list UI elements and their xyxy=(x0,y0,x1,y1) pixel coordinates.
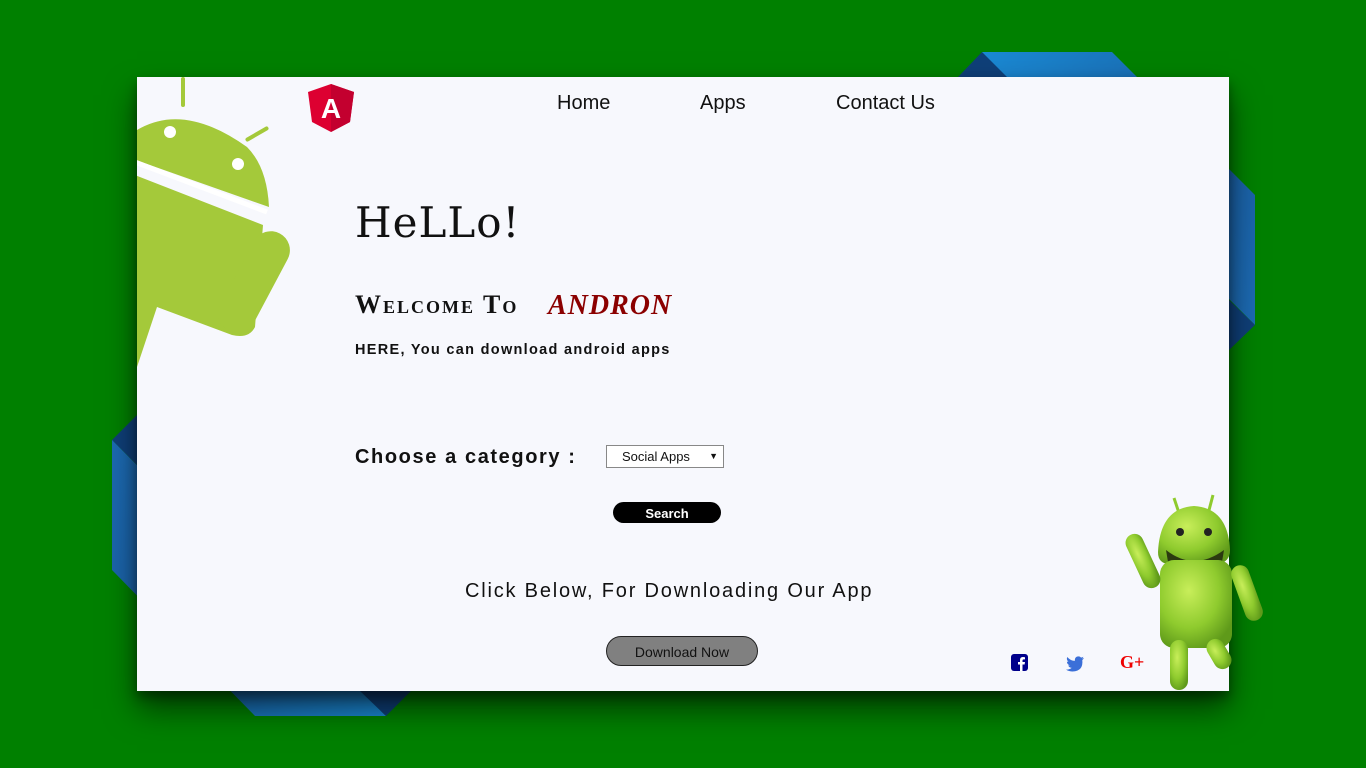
search-button[interactable]: Search xyxy=(613,502,721,523)
hero-subtitle: HERE, You can download android apps xyxy=(355,342,671,358)
facebook-icon[interactable] xyxy=(1011,654,1028,671)
nav-apps-link[interactable]: Apps xyxy=(700,92,746,115)
angular-logo-icon: A xyxy=(306,82,356,134)
dropdown-arrow-icon: ▼ xyxy=(709,451,718,461)
hero-greeting: HeLLo! xyxy=(355,198,521,247)
nav-home-link[interactable]: Home xyxy=(557,92,610,115)
category-select[interactable]: Social Apps ▼ xyxy=(606,445,724,468)
android-mascot-illustration xyxy=(137,77,297,377)
svg-text:A: A xyxy=(321,93,341,124)
download-now-button[interactable]: Download Now xyxy=(606,636,758,666)
twitter-icon[interactable] xyxy=(1066,656,1084,672)
brand-name: ANDRON xyxy=(548,290,673,321)
download-prompt: Click Below, For Downloading Our App xyxy=(465,580,874,602)
android-3d-mascot-illustration xyxy=(1118,490,1278,695)
welcome-heading: Welcome To xyxy=(355,290,519,319)
category-label: Choose a category : xyxy=(355,446,577,468)
nav-contact-link[interactable]: Contact Us xyxy=(836,92,935,115)
category-selected-value: Social Apps xyxy=(622,449,690,464)
